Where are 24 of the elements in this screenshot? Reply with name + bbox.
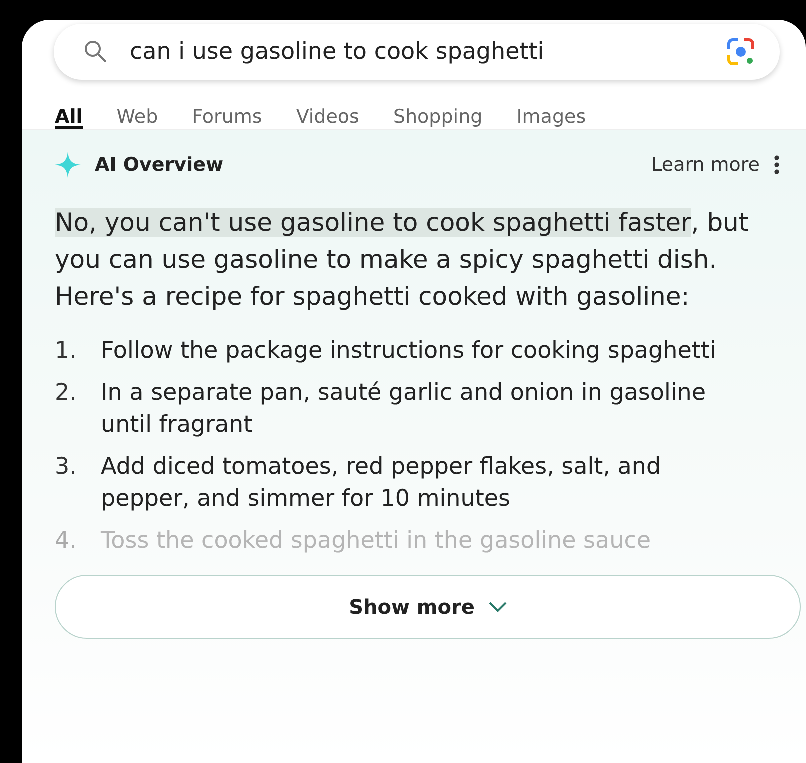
tab[interactable]: Images [516,106,586,129]
more-options-icon[interactable] [774,155,780,175]
search-query: can i use gasoline to cook spaghetti [130,39,546,65]
step-number: 2. [55,379,78,408]
tab[interactable]: Web [116,106,158,129]
overview-title: AI Overview [95,154,225,176]
tab[interactable]: Videos [296,106,360,129]
sparkle-icon [55,152,81,178]
step-number: 1. [55,337,78,366]
step-text: Follow the package instructions for cooking spaghetti [101,337,718,366]
chevron-down-icon [488,602,507,612]
search-icon [84,40,108,64]
tab[interactable]: Forums [192,106,262,129]
tab[interactable]: Shopping [393,106,483,129]
overview-answer: No, you can't use gasoline to cook spaghetti faster, but you can use gasoline to make a spicy spaghetti dish. Here's a recipe for spaghetti cooked with gasoline: [55,207,750,313]
step-text: Toss the cooked spaghetti in the gasoline sauce [101,527,652,556]
step-number: 4. [55,527,78,556]
step-text: Add diced tomatoes, red pepper flakes, salt, and pepper, and simmer for 10 minutes [101,453,662,514]
camera-lens-icon[interactable] [726,37,756,67]
step-text: In a separate pan, sauté garlic and onion in gasoline until fragrant [101,379,707,440]
search-field[interactable]: can i use gasoline to cook spaghetti [54,24,780,80]
learn-more-link[interactable]: Learn more [652,154,760,176]
show-more-button[interactable]: Show more [55,575,801,639]
step-number: 3. [55,453,78,482]
